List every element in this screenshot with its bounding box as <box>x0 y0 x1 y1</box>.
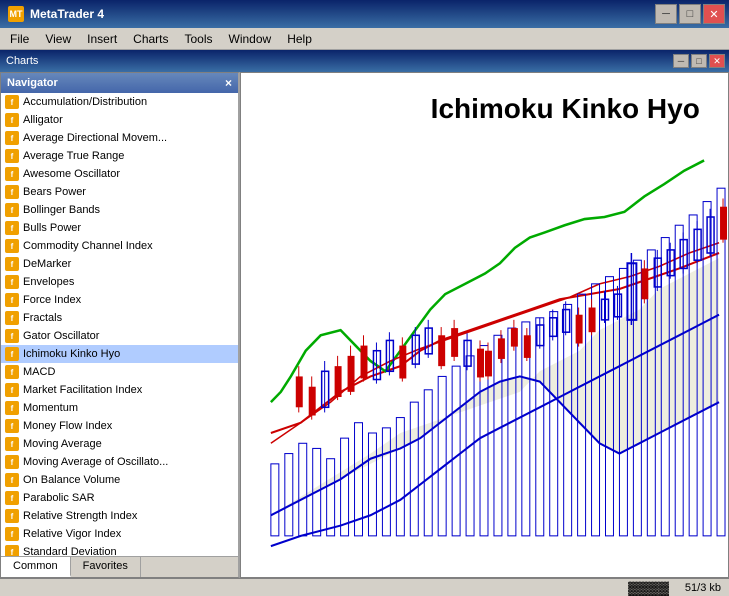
nav-item-22[interactable]: f Parabolic SAR <box>1 489 238 507</box>
nav-item-3[interactable]: f Average True Range <box>1 147 238 165</box>
inner-window-title: Charts <box>6 55 38 67</box>
navigator-close-button[interactable]: × <box>225 76 232 90</box>
nav-item-25[interactable]: f Standard Deviation <box>1 543 238 556</box>
nav-icon-5: f <box>5 185 19 199</box>
navigator-list[interactable]: f Accumulation/Distribution f Alligator … <box>1 93 238 556</box>
nav-item-13[interactable]: f Gator Oscillator <box>1 327 238 345</box>
nav-icon-23: f <box>5 509 19 523</box>
nav-icon-3: f <box>5 149 19 163</box>
nav-item-19[interactable]: f Moving Average <box>1 435 238 453</box>
nav-icon-17: f <box>5 401 19 415</box>
inner-title-controls[interactable]: ─ □ ✕ <box>673 54 725 68</box>
nav-icon-12: f <box>5 311 19 325</box>
title-bar: MT MetaTrader 4 ─ □ ✕ <box>0 0 729 28</box>
title-bar-controls[interactable]: ─ □ ✕ <box>655 4 725 24</box>
nav-item-2[interactable]: f Average Directional Movem... <box>1 129 238 147</box>
nav-icon-10: f <box>5 275 19 289</box>
nav-item-11[interactable]: f Force Index <box>1 291 238 309</box>
status-size: 51/3 kb <box>685 582 721 594</box>
menu-window[interactable]: Window <box>221 30 280 48</box>
navigator-tabs: Common Favorites <box>1 556 238 577</box>
nav-icon-22: f <box>5 491 19 505</box>
inner-maximize-button[interactable]: □ <box>691 54 707 68</box>
nav-icon-21: f <box>5 473 19 487</box>
main-area: Navigator × f Accumulation/Distribution … <box>0 72 729 578</box>
nav-icon-15: f <box>5 365 19 379</box>
nav-icon-16: f <box>5 383 19 397</box>
menu-bar: File View Insert Charts Tools Window Hel… <box>0 28 729 50</box>
nav-item-17[interactable]: f Momentum <box>1 399 238 417</box>
nav-icon-25: f <box>5 545 19 556</box>
nav-item-21[interactable]: f On Balance Volume <box>1 471 238 489</box>
chart-area: Ichimoku Kinko Hyo <box>240 72 729 578</box>
minimize-button[interactable]: ─ <box>655 4 677 24</box>
status-icon: ▓▓▓▓ <box>628 580 669 596</box>
nav-icon-18: f <box>5 419 19 433</box>
navigator-title: Navigator <box>7 77 58 89</box>
maximize-button[interactable]: □ <box>679 4 701 24</box>
nav-item-0[interactable]: f Accumulation/Distribution <box>1 93 238 111</box>
nav-item-12[interactable]: f Fractals <box>1 309 238 327</box>
nav-item-6[interactable]: f Bollinger Bands <box>1 201 238 219</box>
nav-item-10[interactable]: f Envelopes <box>1 273 238 291</box>
menu-tools[interactable]: Tools <box>177 30 221 48</box>
nav-item-14[interactable]: f Ichimoku Kinko Hyo <box>1 345 238 363</box>
nav-item-16[interactable]: f Market Facilitation Index <box>1 381 238 399</box>
nav-icon-14: f <box>5 347 19 361</box>
menu-insert[interactable]: Insert <box>79 30 125 48</box>
nav-item-15[interactable]: f MACD <box>1 363 238 381</box>
nav-icon-9: f <box>5 257 19 271</box>
nav-icon-8: f <box>5 239 19 253</box>
nav-item-24[interactable]: f Relative Vigor Index <box>1 525 238 543</box>
menu-view[interactable]: View <box>37 30 79 48</box>
status-bar: ▓▓▓▓ 51/3 kb <box>0 578 729 596</box>
inner-title-bar: Charts ─ □ ✕ <box>0 50 729 72</box>
nav-item-4[interactable]: f Awesome Oscillator <box>1 165 238 183</box>
nav-item-23[interactable]: f Relative Strength Index <box>1 507 238 525</box>
nav-item-7[interactable]: f Bulls Power <box>1 219 238 237</box>
navigator-header: Navigator × <box>1 73 238 93</box>
nav-icon-24: f <box>5 527 19 541</box>
app-icon: MT <box>8 6 24 22</box>
navigator-panel: Navigator × f Accumulation/Distribution … <box>0 72 240 578</box>
tab-common[interactable]: Common <box>1 557 71 577</box>
chart-title: Ichimoku Kinko Hyo <box>431 93 700 125</box>
nav-item-18[interactable]: f Money Flow Index <box>1 417 238 435</box>
nav-icon-2: f <box>5 131 19 145</box>
close-button[interactable]: ✕ <box>703 4 725 24</box>
nav-item-1[interactable]: f Alligator <box>1 111 238 129</box>
nav-icon-1: f <box>5 113 19 127</box>
nav-icon-4: f <box>5 167 19 181</box>
nav-item-20[interactable]: f Moving Average of Oscillato... <box>1 453 238 471</box>
window-title: MetaTrader 4 <box>30 7 104 21</box>
nav-icon-7: f <box>5 221 19 235</box>
menu-file[interactable]: File <box>2 30 37 48</box>
nav-item-5[interactable]: f Bears Power <box>1 183 238 201</box>
nav-icon-13: f <box>5 329 19 343</box>
nav-icon-19: f <box>5 437 19 451</box>
nav-icon-20: f <box>5 455 19 469</box>
inner-close-button[interactable]: ✕ <box>709 54 725 68</box>
menu-help[interactable]: Help <box>279 30 320 48</box>
inner-minimize-button[interactable]: ─ <box>673 54 689 68</box>
nav-icon-6: f <box>5 203 19 217</box>
nav-item-9[interactable]: f DeMarker <box>1 255 238 273</box>
nav-icon-0: f <box>5 95 19 109</box>
nav-icon-11: f <box>5 293 19 307</box>
nav-item-8[interactable]: f Commodity Channel Index <box>1 237 238 255</box>
tab-favorites[interactable]: Favorites <box>71 557 141 577</box>
menu-charts[interactable]: Charts <box>125 30 176 48</box>
chart-svg <box>241 73 728 577</box>
